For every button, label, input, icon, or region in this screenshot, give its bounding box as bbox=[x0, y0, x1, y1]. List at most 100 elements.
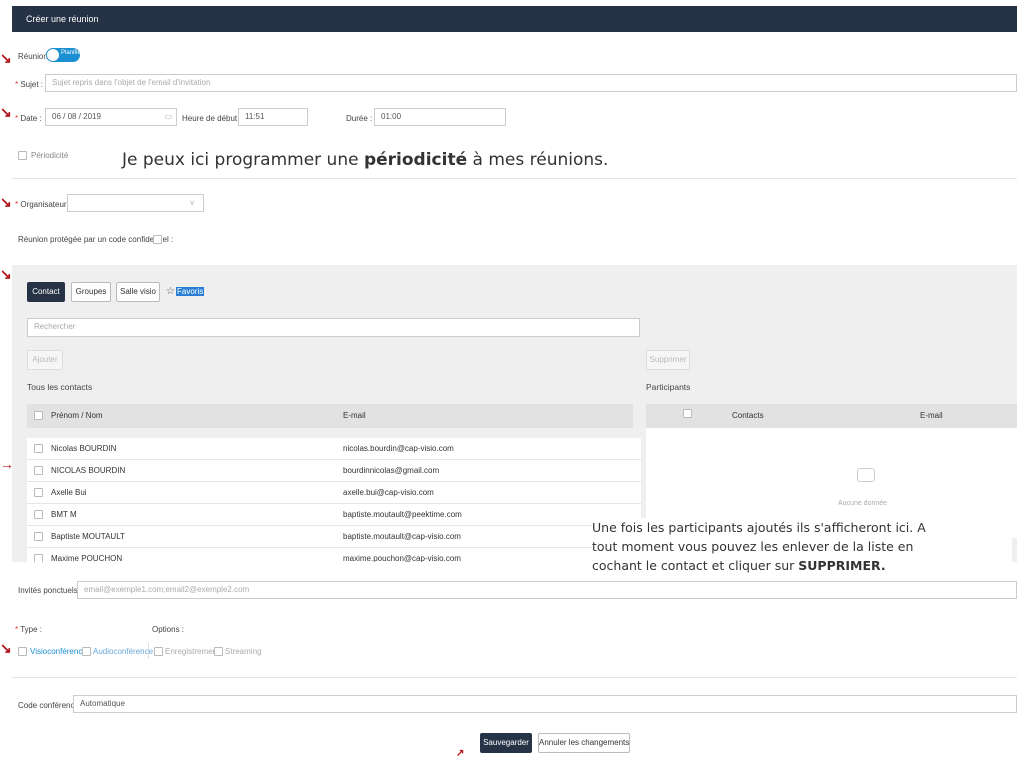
arrow-icon: ↘ bbox=[0, 104, 12, 120]
contact-email: maxime.pouchon@cap-visio.com bbox=[343, 554, 461, 562]
arrow-icon: ↘ bbox=[0, 266, 12, 282]
sujet-label: * Sujet : bbox=[15, 80, 44, 89]
col-contacts: Contacts bbox=[732, 411, 764, 420]
contact-email: axelle.bui@cap-visio.com bbox=[343, 488, 434, 497]
annotation-text: Une fois les participants ajoutés ils s'… bbox=[592, 520, 926, 535]
date-input[interactable]: 06 / 08 / 2019 ▭ bbox=[45, 108, 177, 126]
tab-favoris[interactable]: Favoris bbox=[176, 287, 205, 296]
type-label: * Type : bbox=[15, 625, 42, 634]
annotation-periodicite: Je peux ici programmer une périodicité à… bbox=[122, 150, 608, 170]
tab-contact[interactable]: Contact bbox=[27, 282, 65, 302]
annotation-bold: périodicité bbox=[363, 150, 468, 170]
invites-input[interactable]: email@exemple1.com;email2@exemple2.com bbox=[77, 581, 1017, 599]
col-email: E-mail bbox=[343, 411, 366, 420]
annotation-text: Je peux ici programmer une bbox=[122, 150, 364, 170]
options-label: Options : bbox=[152, 625, 185, 634]
row-checkbox[interactable] bbox=[34, 510, 43, 519]
tab-salle-visio[interactable]: Salle visio bbox=[116, 282, 160, 302]
date-label: * Date : bbox=[15, 114, 42, 123]
duration-label: Durée : bbox=[346, 114, 373, 123]
arrow-icon: ↗ bbox=[456, 748, 465, 759]
stream-checkbox[interactable] bbox=[214, 647, 223, 656]
contacts-title: Tous les contacts bbox=[27, 382, 93, 392]
divider bbox=[148, 643, 149, 659]
visio-checkbox[interactable] bbox=[18, 647, 27, 656]
contact-name: Maxime POUCHON bbox=[51, 554, 123, 562]
ajouter-button[interactable]: Ajouter bbox=[27, 350, 63, 370]
table-row[interactable]: NICOLAS BOURDIN bourdinnicolas@gmail.com bbox=[27, 460, 641, 482]
contact-email: bourdinnicolas@gmail.com bbox=[343, 466, 440, 475]
reunion-toggle[interactable]: Planifiée bbox=[46, 48, 84, 62]
contact-email: nicolas.bourdin@cap-visio.com bbox=[343, 444, 454, 453]
reunion-label: Réunion bbox=[18, 52, 48, 61]
row-checkbox[interactable] bbox=[34, 554, 43, 562]
annotation-text: cochant le contact et cliquer sur SUPPRI… bbox=[592, 558, 886, 573]
code-protect-label: Réunion protégée par un code confidentie… bbox=[18, 235, 174, 244]
date-value: 06 / 08 / 2019 bbox=[52, 112, 101, 121]
select-all-participants-checkbox[interactable] bbox=[683, 409, 692, 418]
row-checkbox[interactable] bbox=[34, 532, 43, 541]
col-email: E-mail bbox=[920, 411, 943, 420]
calendar-icon[interactable]: ▭ bbox=[164, 109, 172, 125]
audio-label: Audioconférence bbox=[93, 647, 154, 656]
organisateur-select[interactable]: ∨ bbox=[67, 194, 204, 212]
contact-email: baptiste.moutault@peektime.com bbox=[343, 510, 462, 519]
enreg-checkbox[interactable] bbox=[154, 647, 163, 656]
stream-label: Streaming bbox=[225, 647, 262, 656]
supprimer-button[interactable]: Supprimer bbox=[646, 350, 690, 370]
select-all-checkbox[interactable] bbox=[34, 411, 43, 420]
divider bbox=[12, 178, 1017, 179]
contact-name: NICOLAS BOURDIN bbox=[51, 466, 126, 475]
chevron-down-icon: ∨ bbox=[189, 198, 195, 207]
contacts-table-header: Prénom / Nom E-mail bbox=[27, 404, 633, 428]
row-checkbox[interactable] bbox=[34, 488, 43, 497]
duration-input[interactable]: 01:00 bbox=[374, 108, 506, 126]
invites-label: Invités ponctuels : bbox=[18, 586, 83, 595]
enreg-label: Enregistrement bbox=[165, 647, 220, 656]
row-checkbox[interactable] bbox=[34, 444, 43, 453]
arrow-icon: ↘ bbox=[0, 640, 12, 656]
contact-email: baptiste.moutault@cap-visio.com bbox=[343, 532, 461, 541]
audio-checkbox[interactable] bbox=[82, 647, 91, 656]
arrow-icon: ↘ bbox=[0, 50, 12, 66]
participants-title: Participants bbox=[646, 382, 691, 392]
window-header: Créer une réunion bbox=[12, 6, 1017, 32]
table-row[interactable]: BMT M baptiste.moutault@peektime.com bbox=[27, 504, 641, 526]
table-row[interactable]: Nicolas BOURDIN nicolas.bourdin@cap-visi… bbox=[27, 438, 641, 460]
periodicite-checkbox[interactable] bbox=[18, 151, 27, 160]
empty-text: Aucune donnée bbox=[838, 500, 888, 507]
code-input[interactable]: Automatique bbox=[73, 695, 1017, 713]
start-time-input[interactable]: 11:51 bbox=[238, 108, 308, 126]
toggle-knob bbox=[47, 49, 59, 61]
row-checkbox[interactable] bbox=[34, 466, 43, 475]
table-row[interactable]: Baptiste MOUTAULT baptiste.moutault@cap-… bbox=[27, 526, 641, 548]
divider bbox=[12, 677, 1017, 678]
periodicite-label: Périodicité bbox=[31, 151, 69, 160]
save-button[interactable]: Sauvegarder bbox=[480, 733, 532, 753]
contact-name: BMT M bbox=[51, 510, 77, 519]
code-protect-checkbox[interactable] bbox=[153, 235, 162, 244]
contact-name: Baptiste MOUTAULT bbox=[51, 532, 125, 541]
visio-label: Visioconférence bbox=[30, 647, 87, 656]
table-row[interactable]: Maxime POUCHON maxime.pouchon@cap-visio.… bbox=[27, 548, 641, 562]
participants-table-header: Contacts E-mail bbox=[646, 404, 1017, 428]
toggle-label: Planifiée bbox=[61, 50, 85, 56]
col-name: Prénom / Nom bbox=[51, 411, 103, 420]
start-label: Heure de début : bbox=[182, 114, 242, 123]
annotation-text: tout moment vous pouvez les enlever de l… bbox=[592, 539, 914, 554]
arrow-icon: ↘ bbox=[0, 194, 12, 210]
contact-name: Axelle Bui bbox=[51, 488, 87, 497]
sujet-input[interactable]: Sujet repris dans l'objet de l'email d'i… bbox=[45, 74, 1017, 92]
annotation-participants: Une fois les participants ajoutés ils s'… bbox=[592, 518, 1012, 575]
inbox-icon bbox=[857, 468, 875, 482]
contact-name: Nicolas BOURDIN bbox=[51, 444, 117, 453]
annotation-text: à mes réunions. bbox=[467, 150, 609, 170]
tab-groupes[interactable]: Groupes bbox=[71, 282, 111, 302]
star-icon[interactable]: ☆ bbox=[166, 286, 175, 297]
table-row[interactable]: Axelle Bui axelle.bui@cap-visio.com bbox=[27, 482, 641, 504]
cancel-button[interactable]: Annuler les changements bbox=[538, 733, 630, 753]
window-title: Créer une réunion bbox=[26, 14, 99, 24]
contacts-table-body: Nicolas BOURDIN nicolas.bourdin@cap-visi… bbox=[27, 438, 641, 562]
search-input[interactable]: Rechercher bbox=[27, 318, 640, 337]
organisateur-label: * Organisateur : bbox=[15, 200, 72, 209]
